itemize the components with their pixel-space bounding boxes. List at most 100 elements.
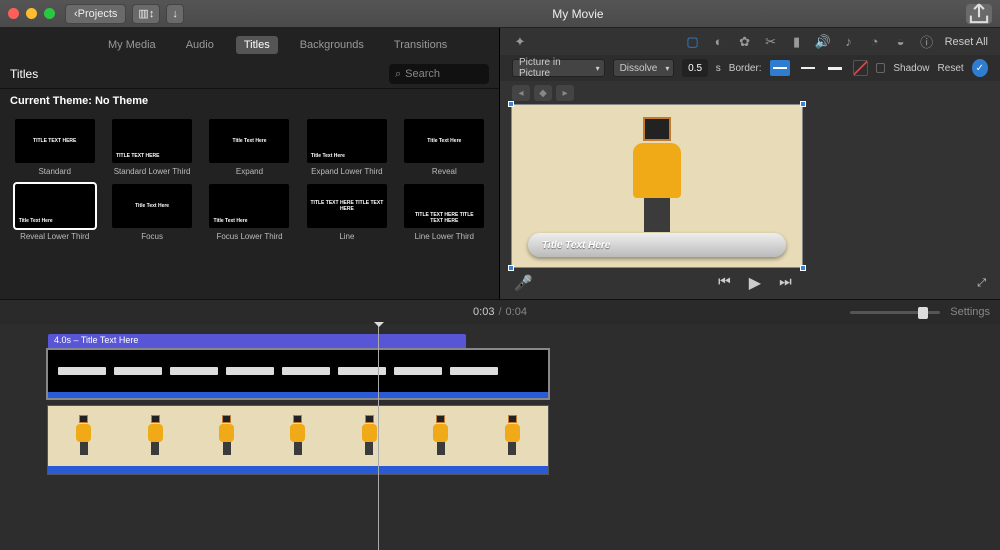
magic-wand-icon[interactable]: ✦ [512,34,528,50]
play-button[interactable]: ▶ [749,273,761,293]
film-segment [226,367,274,375]
border-color-button[interactable] [853,60,868,76]
title-preset-expand[interactable]: Title Text HereExpand [205,119,294,176]
timeline-title-track[interactable] [48,350,548,398]
preview-pane: ✦ ▢ ◐ ✿ ✂ ▮ 🔊 ♪ ◔ ◒ ⓘ Reset All Picture … [500,28,1000,299]
search-placeholder: Search [405,68,440,80]
timeline-video-clip[interactable] [48,406,548,474]
zoom-thumb[interactable] [918,307,928,319]
zoom-slider[interactable] [850,311,940,314]
shadow-label: Shadow [893,63,929,74]
title-name-label: Standard Lower Third [114,167,191,176]
title-preset-expand-lower-third[interactable]: Title Text Here Expand Lower Third [302,119,391,176]
overlay-mode-select[interactable]: Picture in Picture [512,59,605,77]
color-correction-icon[interactable]: ✿ [737,34,753,50]
title-preset-line[interactable]: TITLE TEXT HERE TITLE TEXT HERELine [302,184,391,241]
preview-subject [629,117,685,237]
title-name-label: Reveal Lower Third [20,232,89,241]
current-time: 0:03 [473,306,494,318]
info-icon[interactable]: ⓘ [919,34,935,50]
resize-handle-tr[interactable] [800,101,806,107]
transition-select[interactable]: Dissolve [613,59,675,77]
color-balance-icon[interactable]: ◐ [711,34,727,50]
border-none-button[interactable] [770,60,790,76]
title-preset-focus-lower-third[interactable]: Title Text HereFocus Lower Third [205,184,294,241]
noise-reduction-icon[interactable]: ♪ [841,34,857,50]
back-projects-button[interactable]: ‹ Projects [65,4,126,24]
resize-handle-bl[interactable] [508,265,514,271]
minimize-window-icon[interactable] [26,8,37,19]
prev-frame-button[interactable]: ⏮ [718,273,731,293]
border-thick-button[interactable] [825,60,845,76]
reset-all-button[interactable]: Reset All [945,36,988,48]
shadow-checkbox[interactable] [876,63,885,73]
stabilization-icon[interactable]: ▮ [789,34,805,50]
film-segment [282,367,330,375]
title-preset-standard-lower-third[interactable]: TITLE TEXT HEREStandard Lower Third [107,119,196,176]
timeline[interactable]: 4.0s – Title Text Here [0,324,1000,550]
overlay-icon[interactable]: ▢ [685,34,701,50]
tab-backgrounds[interactable]: Backgrounds [292,36,372,54]
tab-titles[interactable]: Titles [236,36,278,54]
duration-input[interactable]: 0.5 [682,59,707,77]
title-overlay[interactable]: Title Text Here [528,233,786,257]
maximize-window-icon[interactable] [44,8,55,19]
add-keyframe-button[interactable]: ◆ [534,85,552,101]
total-duration: 0:04 [506,306,527,318]
close-window-icon[interactable] [8,8,19,19]
title-thumb: Title Text Here [404,119,484,163]
prev-keyframe-button[interactable]: ◂ [512,85,530,101]
film-segment [394,367,442,375]
tab-audio[interactable]: Audio [178,36,222,54]
titles-grid: TITLE TEXT HEREStandardTITLE TEXT HERESt… [0,113,499,247]
title-preset-reveal-lower-third[interactable]: Title Text Here Reveal Lower Third [10,184,99,241]
reset-overlay-button[interactable]: Reset [938,63,964,74]
title-thumb: TITLE TEXT HERE [15,119,95,163]
video-preview[interactable]: Title Text Here [512,105,802,267]
apply-button[interactable]: ✓ [972,59,988,77]
fullscreen-icon[interactable]: ⤢ [977,277,986,290]
window-titlebar: ‹ Projects ▥↕ ↓ My Movie [0,0,1000,28]
volume-icon[interactable]: 🔊 [815,34,831,50]
video-frame [191,406,262,466]
share-icon [966,1,992,27]
duration-unit: s [716,63,721,74]
project-title: My Movie [190,7,966,21]
title-name-label: Expand Lower Third [311,167,382,176]
title-preset-line-lower-third[interactable]: TITLE TEXT HERE TITLE TEXT HERELine Lowe… [400,184,489,241]
film-segment [58,367,106,375]
clip-filter-icon[interactable]: ◒ [893,34,909,50]
media-browser: My Media Audio Titles Backgrounds Transition… [0,28,500,299]
voiceover-icon[interactable]: 🎤 [514,274,533,292]
search-icon: ⌕ [395,68,401,81]
tab-my-media[interactable]: My Media [100,36,164,54]
title-name-label: Expand [236,167,263,176]
theme-label: Current Theme: No Theme [0,89,499,113]
title-preset-standard[interactable]: TITLE TEXT HEREStandard [10,119,99,176]
resize-handle-tl[interactable] [508,101,514,107]
resize-handle-br[interactable] [800,265,806,271]
title-thumb: Title Text Here [15,184,95,228]
import-button[interactable]: ↓ [166,4,184,24]
next-keyframe-button[interactable]: ▸ [556,85,574,101]
next-frame-button[interactable]: ⏭ [779,273,792,293]
title-thumb: TITLE TEXT HERE TITLE TEXT HERE [307,184,387,228]
title-preset-focus[interactable]: Title Text HereFocus [107,184,196,241]
film-segment [450,367,498,375]
border-thin-button[interactable] [798,60,818,76]
library-list-button[interactable]: ▥↕ [132,4,160,24]
title-thumb: Title Text Here [209,184,289,228]
video-frame [48,406,119,466]
back-label: Projects [78,8,118,20]
timeline-title-clip[interactable]: 4.0s – Title Text Here [48,334,466,350]
video-frame [334,406,405,466]
crop-icon[interactable]: ✂ [763,34,779,50]
search-input[interactable]: ⌕ Search [389,64,489,84]
speed-icon[interactable]: ◔ [867,34,883,50]
title-overlay-text: Title Text Here [542,240,610,251]
title-thumb: Title Text Here [307,119,387,163]
settings-button[interactable]: Settings [950,306,990,318]
title-preset-reveal[interactable]: Title Text HereReveal [400,119,489,176]
tab-transitions[interactable]: Transitions [386,36,455,54]
share-button[interactable] [966,4,992,24]
